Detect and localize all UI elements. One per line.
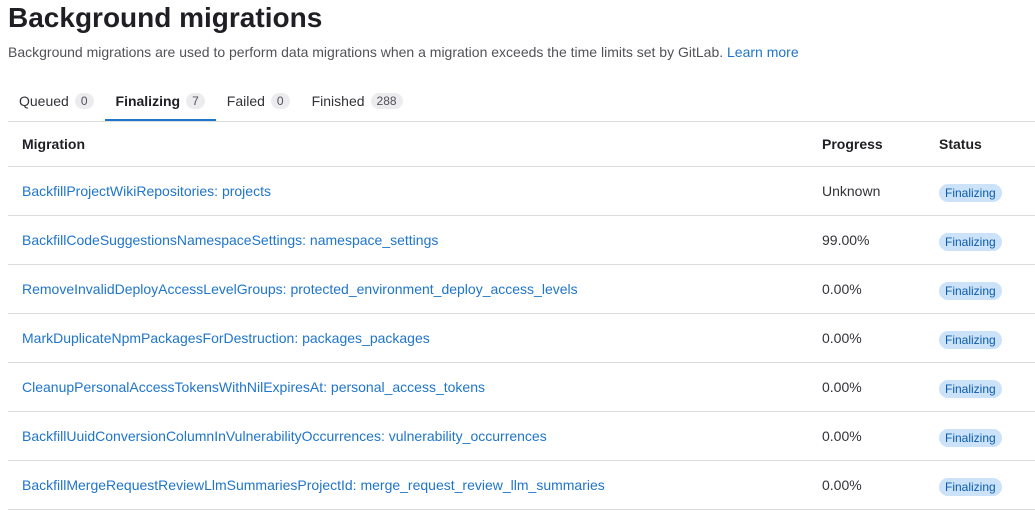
status-cell: Finalizing: [925, 215, 1035, 265]
progress-cell: 0.00%: [808, 411, 925, 461]
table-row: BackfillProjectWikiRepositories: project…: [8, 166, 1035, 216]
status-cell: Finalizing: [925, 362, 1035, 412]
learn-more-link[interactable]: Learn more: [727, 44, 799, 60]
status-badge: Finalizing: [939, 478, 1002, 496]
migration-link[interactable]: BackfillCodeSuggestionsNamespaceSettings…: [22, 232, 438, 248]
migration-cell: BackfillMergeRequestReviewLlmSummariesPr…: [8, 460, 808, 510]
tab-queued[interactable]: Queued 0: [8, 82, 105, 119]
migration-link[interactable]: MarkDuplicateNpmPackagesForDestruction: …: [22, 330, 430, 346]
status-cell: Finalizing: [925, 264, 1035, 314]
migration-link[interactable]: BackfillProjectWikiRepositories: project…: [22, 183, 271, 199]
table-row: CleanupPersonalAccessTokensWithNilExpire…: [8, 362, 1035, 412]
tab-count: 7: [186, 92, 205, 109]
column-progress: Progress: [808, 122, 925, 167]
migration-link[interactable]: CleanupPersonalAccessTokensWithNilExpire…: [22, 379, 485, 395]
migration-cell: BackfillUuidConversionColumnInVulnerabil…: [8, 411, 808, 461]
table-row: BackfillUuidConversionColumnInVulnerabil…: [8, 411, 1035, 461]
status-badge: Finalizing: [939, 282, 1002, 300]
column-status: Status: [925, 122, 1035, 167]
progress-cell: 0.00%: [808, 313, 925, 363]
migration-cell: RemoveInvalidDeployAccessLevelGroups: pr…: [8, 264, 808, 314]
status-cell: Finalizing: [925, 313, 1035, 363]
progress-cell: 0.00%: [808, 264, 925, 314]
tab-label: Finalizing: [115, 92, 181, 109]
tab-count: 288: [370, 92, 403, 109]
status-cell: Finalizing: [925, 166, 1035, 216]
tab-failed[interactable]: Failed 0: [216, 82, 301, 119]
progress-cell: 99.00%: [808, 215, 925, 265]
table-row: BackfillMergeRequestReviewLlmSummariesPr…: [8, 460, 1035, 510]
table-header: Migration Progress Status: [8, 122, 1035, 167]
page-title: Background migrations: [8, 2, 323, 33]
progress-cell: Unknown: [808, 166, 925, 216]
table-row: BackfillCodeSuggestionsNamespaceSettings…: [8, 215, 1035, 265]
migration-link[interactable]: BackfillUuidConversionColumnInVulnerabil…: [22, 428, 547, 444]
table-row: MarkDuplicateNpmPackagesForDestruction: …: [8, 313, 1035, 363]
table-row: RemoveInvalidDeployAccessLevelGroups: pr…: [8, 264, 1035, 314]
tab-count: 0: [270, 92, 290, 109]
status-cell: Finalizing: [925, 460, 1035, 510]
migration-link[interactable]: BackfillMergeRequestReviewLlmSummariesPr…: [22, 477, 605, 493]
migration-cell: CleanupPersonalAccessTokensWithNilExpire…: [8, 362, 808, 412]
status-badge: Finalizing: [939, 184, 1002, 202]
tab-finalizing[interactable]: Finalizing 7: [104, 82, 216, 121]
progress-cell: 0.00%: [808, 362, 925, 412]
status-badge: Finalizing: [939, 429, 1002, 447]
migration-cell: BackfillCodeSuggestionsNamespaceSettings…: [8, 215, 808, 265]
tab-label: Failed: [226, 92, 265, 109]
status-badge: Finalizing: [939, 233, 1002, 251]
migration-cell: MarkDuplicateNpmPackagesForDestruction: …: [8, 313, 808, 363]
status-tabs: Queued 0 Finalizing 7 Failed 0 Finished 288: [8, 82, 1035, 122]
description-text: Background migrations are used to perfor…: [8, 44, 724, 60]
migration-link[interactable]: RemoveInvalidDeployAccessLevelGroups: pr…: [22, 281, 578, 297]
migration-cell: BackfillProjectWikiRepositories: project…: [8, 166, 808, 216]
migrations-table: Migration Progress Status BackfillProjec…: [8, 122, 1035, 510]
tab-label: Finished: [311, 92, 365, 109]
status-badge: Finalizing: [939, 331, 1002, 349]
status-cell: Finalizing: [925, 411, 1035, 461]
tab-label: Queued: [19, 92, 69, 109]
page-description: Background migrations are used to perfor…: [8, 44, 799, 60]
status-badge: Finalizing: [939, 380, 1002, 398]
tab-count: 0: [74, 92, 94, 109]
progress-cell: 0.00%: [808, 460, 925, 510]
tab-finished[interactable]: Finished 288: [301, 82, 414, 119]
column-migration: Migration: [8, 122, 808, 167]
